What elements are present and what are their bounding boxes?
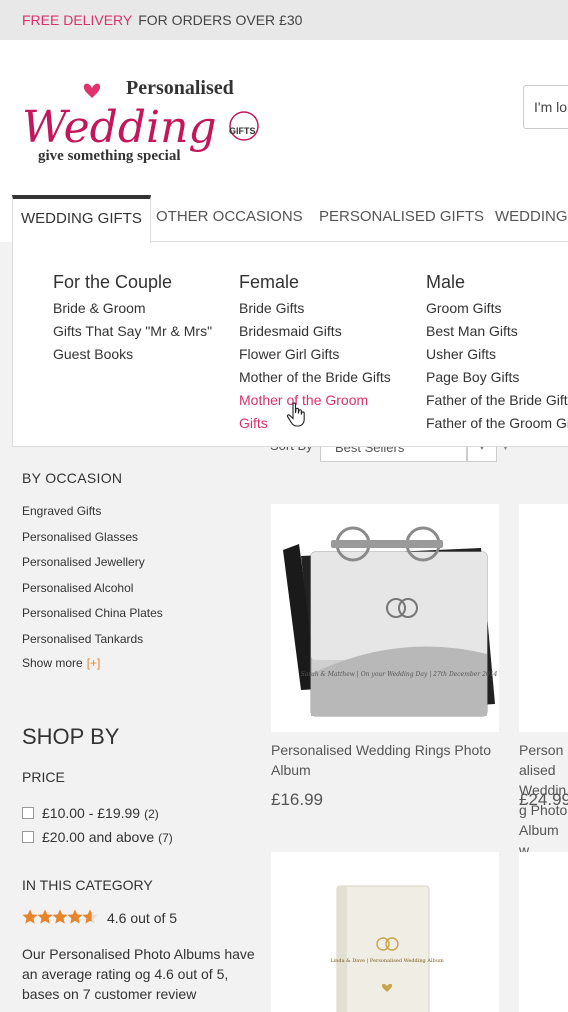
mega-col-title: Female <box>239 272 300 292</box>
occasion-link[interactable]: Personalised Jewellery <box>22 554 262 580</box>
expand-plus-icon: [+] <box>86 656 101 670</box>
show-more-label: Show more <box>22 656 83 670</box>
category-heading: IN THIS CATEGORY <box>22 877 153 893</box>
price-filter-label: £10.00 - £19.99 <box>42 805 141 821</box>
free-delivery-text: FREE DELIVERY <box>22 12 133 28</box>
tab-wedding[interactable]: WEDDING <box>495 195 568 242</box>
menu-link-bridesmaid-gifts[interactable]: Bridesmaid Gifts <box>239 320 391 343</box>
product-card-image[interactable] <box>519 504 568 732</box>
product-name[interactable]: Personalised Wedding Rings Photo Album <box>271 740 499 780</box>
mega-col-female: Female Bride Gifts Bridesmaid Gifts Flow… <box>239 272 391 435</box>
menu-link-mother-of-groom[interactable]: Mother of the Groom <box>239 389 391 412</box>
menu-link-bride-groom[interactable]: Bride & Groom <box>53 297 212 320</box>
rating-text: 4.6 out of 5 <box>107 910 178 926</box>
photo-album-image: Sarah & Matthew | On your Wedding Day | … <box>283 526 498 717</box>
logo-line2: Wedding <box>22 102 217 153</box>
category-blurb: Our Personalised Photo Albums have an av… <box>22 946 255 1002</box>
tab-other-occasions[interactable]: OTHER OCCASIONS <box>156 195 303 242</box>
delivery-threshold-text: FOR ORDERS OVER £30 <box>138 12 303 28</box>
wedding-album-image: Linda & Dave | Personalised Wedding Albu… <box>330 885 444 1012</box>
menu-link-guest-books[interactable]: Guest Books <box>53 343 212 366</box>
promo-bar: FREE DELIVERY FOR ORDERS OVER £30 <box>0 0 568 40</box>
menu-link-page-boy-gifts[interactable]: Page Boy Gifts <box>426 366 568 389</box>
product-card-image[interactable]: Sarah & Matthew | On your Wedding Day | … <box>271 504 499 732</box>
price-filter-count: (2) <box>144 807 159 821</box>
menu-link-father-of-bride[interactable]: Father of the Bride Gifts <box>426 389 568 412</box>
mega-col-couple: For the Couple Bride & Groom Gifts That … <box>53 272 212 366</box>
price-filter-label: £20.00 and above <box>42 829 155 845</box>
occasion-list: Engraved Gifts Personalised Glasses Pers… <box>22 503 262 670</box>
price-filter-10-19[interactable]: £10.00 - £19.99 (2) <box>22 805 159 823</box>
price-checkbox[interactable] <box>22 831 34 843</box>
product-price: £16.99 <box>271 790 323 809</box>
occasion-link[interactable]: Personalised Glasses <box>22 529 262 555</box>
rating-stars-icon <box>22 909 98 924</box>
occasion-link[interactable]: Personalised Alcohol <box>22 580 262 606</box>
product-card-image[interactable] <box>519 852 568 1012</box>
menu-link-flower-girl-gifts[interactable]: Flower Girl Gifts <box>239 343 391 366</box>
tab-personalised-gifts[interactable]: PERSONALISED GIFTS <box>319 195 484 242</box>
logo-tagline: give something special <box>38 148 181 164</box>
menu-link-father-of-groom[interactable]: Father of the Groom Gifts <box>426 412 568 435</box>
hand-cursor-icon <box>286 402 305 427</box>
site-logo[interactable]: Personalised Wedding GIFTS give somethin… <box>20 76 265 168</box>
site-header: Personalised Wedding GIFTS give somethin… <box>0 40 568 195</box>
menu-link-best-man-gifts[interactable]: Best Man Gifts <box>426 320 568 343</box>
menu-link-mr-mrs[interactable]: Gifts That Say "Mr & Mrs" <box>53 320 212 343</box>
sidebar: BY OCCASION Engraved Gifts Personalised … <box>22 470 262 670</box>
menu-link-usher-gifts[interactable]: Usher Gifts <box>426 343 568 366</box>
product-card-image[interactable]: Linda & Dave | Personalised Wedding Albu… <box>271 852 499 1012</box>
mega-col-title: Male <box>426 272 466 292</box>
logo-line1: Personalised <box>126 77 234 99</box>
occasion-link[interactable]: Personalised Tankards <box>22 631 262 657</box>
logo-gifts-badge: GIFTS <box>229 126 256 136</box>
album-engraving: Sarah & Matthew | On your Wedding Day | … <box>301 671 498 678</box>
menu-link-groom-gifts[interactable]: Groom Gifts <box>426 297 568 320</box>
price-checkbox[interactable] <box>22 807 34 819</box>
menu-link-mother-of-bride[interactable]: Mother of the Bride Gifts <box>239 366 391 389</box>
search-input[interactable]: I'm lo <box>523 85 568 129</box>
by-occasion-heading: BY OCCASION <box>22 470 123 486</box>
menu-link-mother-of-groom-cont[interactable]: Gifts <box>239 412 391 435</box>
occasion-link[interactable]: Personalised China Plates <box>22 605 262 631</box>
occasion-link[interactable]: Engraved Gifts <box>22 503 262 529</box>
show-more-link[interactable]: Show more [+] <box>22 656 262 670</box>
price-filter-20-plus[interactable]: £20.00 and above (7) <box>22 829 173 847</box>
product-price: £24.99 <box>519 790 568 809</box>
shop-by-heading: SHOP BY <box>22 724 120 749</box>
tab-wedding-gifts[interactable]: WEDDING GIFTS <box>12 195 151 243</box>
price-heading: PRICE <box>22 769 65 785</box>
mega-col-title: For the Couple <box>53 272 173 292</box>
mega-col-male: Male Groom Gifts Best Man Gifts Usher Gi… <box>426 272 568 435</box>
menu-link-bride-gifts[interactable]: Bride Gifts <box>239 297 391 320</box>
price-filter-count: (7) <box>158 831 173 845</box>
main-nav: WEDDING GIFTS OTHER OCCASIONS PERSONALIS… <box>0 195 568 243</box>
album-engraving: Linda & Dave | Personalised Wedding Albu… <box>330 958 444 964</box>
